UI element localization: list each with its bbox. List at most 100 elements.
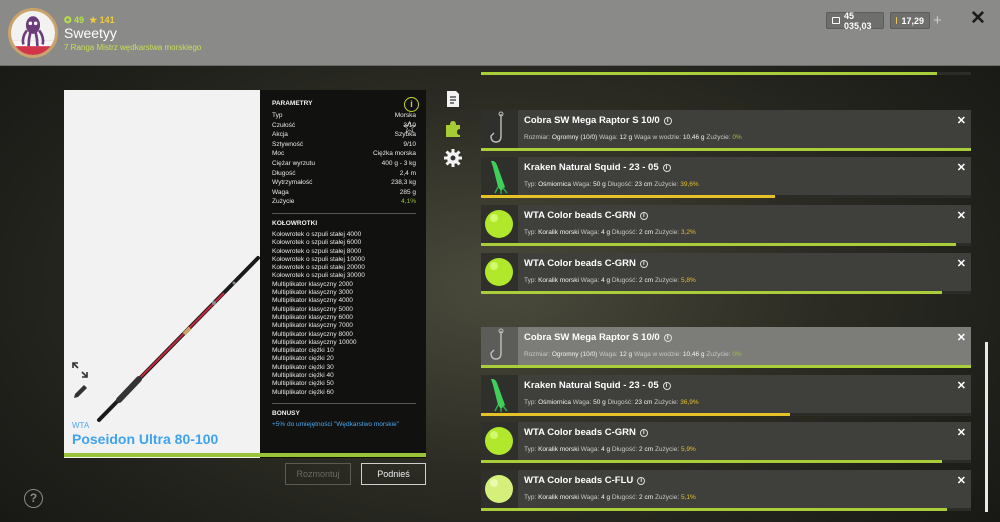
item-wear-bar-fill [481,365,971,368]
bonus-title: BONUSY [272,409,300,417]
info-icon[interactable]: i [663,334,672,342]
meta-label: Długość: [611,229,640,236]
tackle-list: Cobra SW Mega Raptor S 10/0 i Rozmiar: Ogr… [481,0,971,522]
wear-label: Zużycie: [654,494,681,501]
info-icon[interactable]: i [663,117,672,125]
avatar[interactable] [8,8,58,58]
item-title: Cobra SW Mega Raptor S 10/0 i [524,332,672,343]
help-icon[interactable]: ? [24,489,43,508]
item-meta: Typ: Koralik morski Waga: 4 g Długość: 2… [524,229,696,236]
expand-icon[interactable] [72,362,88,378]
reels-list: Kołowrotek o szpuli stałej 4000 Kołowrote… [272,231,416,397]
meta-value: Koralik morski [538,229,581,236]
item-wear-bar-fill [481,508,947,511]
hook-icon [481,110,518,148]
meta-value: Ogromny (10/0) [551,134,600,141]
item-wear-bar [481,195,971,198]
param-label: Długość [272,169,296,177]
bead-icon [481,422,518,460]
item-wear-bar-fill [481,195,775,198]
param-value: Ciężka morska [373,150,416,158]
player-name[interactable]: Sweetyy [64,25,117,41]
favorite-star-icon[interactable]: ☆ [402,118,417,138]
rod-name: Poseidon Ultra 80-100 [72,431,219,447]
tackle-item[interactable]: Kraken Natural Squid - 23 - 05 i Typ: Ośmi… [481,375,971,413]
item-name: Cobra SW Mega Raptor S 10/0 [524,332,660,343]
param-row: Akcja Szybka [272,130,416,140]
bead-icon [481,470,518,508]
tackle-item[interactable]: Cobra SW Mega Raptor S 10/0 i Rozmiar: Ogr… [481,110,971,148]
remove-item-icon[interactable]: ✕ [957,209,966,222]
tackle-item[interactable]: WTA Color beads C-GRN i Typ: Koralik morsk… [481,205,971,243]
remove-item-icon[interactable]: ✕ [957,474,966,487]
meta-label: Waga w wodzie: [633,134,683,141]
item-wear-bar-partial [481,72,971,75]
info-icon[interactable]: i [639,260,648,268]
pencil-icon[interactable] [72,384,88,400]
divider [272,402,416,404]
meta-label: Typ: [524,181,539,188]
remove-item-icon[interactable]: ✕ [957,161,966,174]
meta-value: 2 cm [639,229,655,236]
tackle-item[interactable]: WTA Color beads C-GRN i Typ: Koralik morsk… [481,422,971,460]
pickup-button[interactable]: Podnieś [361,463,426,485]
reels-title: KOŁOWROTKI [272,219,318,227]
remove-item-icon[interactable]: ✕ [957,114,966,127]
tackle-item[interactable]: Cobra SW Mega Raptor S 10/0 i Rozmiar: Ogr… [481,327,971,365]
meta-value: 4 g [601,494,612,501]
wear-label: Zużycie: [654,446,681,453]
meta-label: Typ: [524,277,539,284]
meta-value: 4 g [601,229,612,236]
reel-item: Multiplikator klasyczny 8000 [272,330,353,338]
reel-item: Multiplikator ciężki 10 [272,347,334,355]
document-icon[interactable] [444,90,462,108]
tackle-item[interactable]: WTA Color beads C-GRN i Typ: Koralik morsk… [481,253,971,291]
reel-item: Multiplikator klasyczny 3000 [272,289,353,297]
item-wear-bar-fill [481,72,937,75]
wear-label: Zużycie: [654,229,681,236]
item-wear-bar [481,243,971,246]
reel-item: Multiplikator ciężki 40 [272,371,334,379]
wear-value: 0% [732,134,742,141]
scrollbar[interactable] [985,342,988,512]
reel-item: Kołowrotek o szpuli stałej 20000 [272,264,365,272]
dismantle-button[interactable]: Rozmontuj [285,463,351,485]
info-icon[interactable]: i [639,212,648,220]
remove-item-icon[interactable]: ✕ [957,331,966,344]
rod-brand: WTA [72,421,90,430]
item-wear-bar-fill [481,291,942,294]
rod-wear-bar [64,453,426,457]
item-meta: Typ: Koralik morski Waga: 4 g Długość: 2… [524,277,696,284]
param-value: 9/10 [403,140,416,148]
puzzle-icon[interactable] [444,120,462,138]
bonus-text: +5% do umiejętności "Wędkarstwo morskie" [272,420,399,428]
tackle-item[interactable]: Kraken Natural Squid - 23 - 05 i Typ: Ośmi… [481,157,971,195]
item-meta: Typ: Ośmiornica Waga: 50 g Długość: 23 c… [524,181,699,188]
info-icon[interactable]: i [639,429,648,437]
item-name: WTA Color beads C-GRN [524,258,636,269]
info-icon[interactable]: i [404,97,419,112]
tackle-item[interactable]: WTA Color beads C-FLU i Typ: Koralik morsk… [481,470,971,508]
meta-label: Długość: [607,399,635,406]
item-wear-bar-fill [481,148,971,151]
meta-label: Długość: [611,446,640,453]
meta-value: 10,46 g [682,351,707,358]
remove-item-icon[interactable]: ✕ [957,379,966,392]
info-icon[interactable]: i [637,477,646,485]
info-icon[interactable]: i [662,164,671,172]
item-name: WTA Color beads C-FLU [524,475,634,486]
meta-label: Rozmiar: [524,351,552,358]
item-title: Kraken Natural Squid - 23 - 05 i [524,380,671,391]
meta-label: Rozmiar: [524,134,552,141]
wear-value: 5,9% [680,446,696,453]
meta-label: Waga: [599,134,620,141]
remove-item-icon[interactable]: ✕ [957,257,966,270]
meta-label: Typ: [524,229,539,236]
bead-icon [481,253,518,291]
wear-label: Zużycie: [654,399,681,406]
close-icon[interactable]: ✕ [970,9,988,29]
gear-icon[interactable] [444,149,462,167]
wear-label: Zużycie: [706,351,733,358]
info-icon[interactable]: i [662,382,671,390]
remove-item-icon[interactable]: ✕ [957,426,966,439]
